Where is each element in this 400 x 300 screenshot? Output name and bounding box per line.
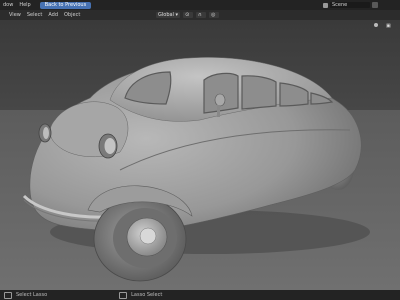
side-mirror [214, 93, 226, 107]
pivot-icon: ⊙ [185, 12, 190, 18]
viewport-header: View Select Add Object Global ▾ ⊙ ∩ ◎ [0, 10, 400, 20]
menu-item-add[interactable]: Add [45, 10, 61, 20]
camera-icon: ▣ [386, 23, 391, 29]
back-to-previous-button[interactable]: Back to Previous [39, 1, 92, 9]
menu-item-view[interactable]: View [6, 10, 24, 20]
3d-viewport[interactable]: ▣ [0, 20, 400, 290]
status-bar: Select Lasso Lasso Select [0, 290, 400, 300]
transform-orientation-label: Global [158, 12, 174, 18]
sphere-shading-icon [374, 23, 378, 27]
mouse-icon [119, 291, 128, 299]
menu-item-select[interactable]: Select [24, 10, 45, 20]
scene-name-field[interactable]: Scene [330, 2, 370, 8]
transform-controls: Global ▾ ⊙ ∩ ◎ [156, 12, 220, 18]
snapping-toggle[interactable]: ∩ [196, 12, 207, 18]
proportional-editing-toggle[interactable]: ◎ [209, 12, 220, 18]
menu-item-window[interactable]: dow [0, 0, 16, 10]
new-scene-button[interactable] [372, 2, 378, 8]
chevron-down-icon: ▾ [175, 12, 179, 18]
scene-selector: Scene [323, 0, 378, 10]
menu-item-help[interactable]: Help [16, 0, 33, 10]
viewport-shading-toggle[interactable] [372, 23, 382, 29]
magnet-icon: ∩ [198, 12, 202, 18]
transform-orientation-select[interactable]: Global ▾ [156, 12, 181, 18]
front-wheel [93, 196, 187, 282]
top-menu-bar: dow Help Back to Previous Scene [0, 0, 400, 10]
scene-icon [323, 2, 328, 8]
mouse-icon [4, 291, 12, 299]
proportional-editing-icon: ◎ [211, 12, 216, 18]
viewport-overlay-controls: ▣ [372, 23, 394, 29]
mirror-arm [217, 105, 220, 117]
status-hint-left: Select Lasso [16, 292, 48, 298]
viewport-render [0, 20, 400, 290]
pivot-point-select[interactable]: ⊙ [183, 12, 194, 18]
menu-item-object[interactable]: Object [61, 10, 83, 20]
camera-view-button[interactable]: ▣ [384, 23, 394, 29]
status-hint-middle: Lasso Select [131, 292, 163, 298]
